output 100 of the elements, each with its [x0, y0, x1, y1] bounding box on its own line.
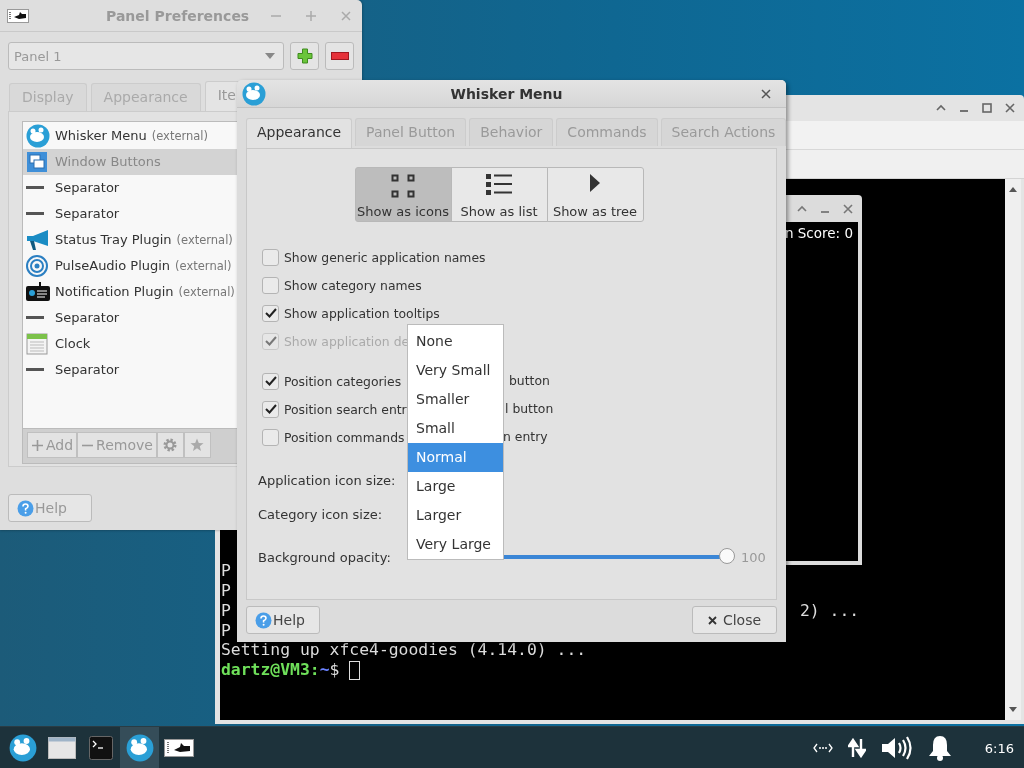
setting-label: Background opacity:: [258, 549, 392, 565]
plugin-name: PulseAudio Plugin: [55, 258, 171, 273]
plugin-name: Whisker Menu: [55, 128, 147, 143]
settings-button[interactable]: [156, 432, 184, 458]
plugin-name: Separator: [55, 362, 120, 377]
view-mode-button[interactable]: Show as icons: [354, 167, 452, 222]
close-icon[interactable]: [842, 202, 854, 215]
checkbox-label: Position commands: [284, 429, 405, 445]
volume-icon[interactable]: [880, 735, 913, 761]
terminal-line: P: [221, 561, 231, 581]
plus-icon: [296, 48, 313, 64]
logo-icon: [8, 734, 37, 762]
scrollbar[interactable]: [1005, 179, 1021, 720]
menu-option[interactable]: Large: [408, 472, 503, 501]
plugin-name: Separator: [55, 180, 120, 195]
help-icon: [255, 611, 272, 629]
scroll-up-icon[interactable]: [1008, 185, 1018, 193]
separator-icon: [26, 212, 44, 216]
menu-option[interactable]: Very Large: [408, 530, 503, 559]
plugin-name: Status Tray Plugin: [55, 232, 172, 247]
checkbox-label: l button: [505, 400, 554, 418]
score-text: n Score: 0: [784, 225, 853, 241]
dropdown-arrow-icon: [265, 53, 275, 59]
checkbox-label: Position categories: [284, 373, 402, 389]
checkbox-label: Show generic application names: [284, 249, 486, 265]
terminal-line: P: [221, 600, 231, 621]
help-button[interactable]: Help: [246, 606, 320, 634]
plugin-name: Separator: [55, 206, 120, 221]
transfer-icon[interactable]: [847, 738, 866, 758]
plugin-note: (external): [176, 233, 233, 247]
list-icon: [486, 174, 512, 196]
checkbox[interactable]: [262, 372, 279, 390]
checkbox[interactable]: [262, 400, 279, 418]
close-icon[interactable]: [1004, 102, 1016, 114]
checkbox[interactable]: [262, 428, 279, 446]
scroll-down-icon[interactable]: [1008, 706, 1018, 714]
checkbox-label: Position search entr: [284, 401, 407, 417]
notification-bell-icon[interactable]: [927, 735, 952, 761]
menu-option[interactable]: Very Small: [408, 356, 503, 385]
separator-icon: [26, 316, 44, 320]
windows-icon: [26, 151, 48, 173]
plugin-name: Window Buttons: [55, 154, 161, 169]
checkbox-label: Show application tooltips: [284, 305, 440, 321]
slider-value: 100: [741, 549, 766, 565]
logo-icon: [242, 81, 266, 106]
terminal-line: Setting up xfce4-goodies (4.14.0) ...: [221, 640, 587, 661]
logo-icon: [125, 734, 154, 762]
close-icon: [707, 615, 717, 625]
whisker-task-button[interactable]: [120, 727, 159, 768]
view-mode-button[interactable]: Show as list: [450, 167, 548, 222]
window-title: Panel Preferences: [106, 7, 250, 24]
prompt-path: ~: [319, 660, 330, 680]
window-title: Whisker Menu: [449, 85, 564, 102]
minus-icon: [330, 52, 349, 60]
checkbox-label: Show category names: [284, 277, 422, 293]
plugin-name: Clock: [55, 336, 91, 351]
logo-icon: [26, 124, 50, 148]
clock[interactable]: 6:16: [984, 740, 1014, 756]
close-icon[interactable]: [761, 88, 771, 99]
megaphone-icon: [26, 229, 50, 251]
terminal-line: P: [221, 620, 231, 641]
plugin-note: (external): [175, 259, 232, 273]
close-button[interactable]: Close: [692, 606, 777, 634]
notification-icon: [26, 282, 50, 302]
checkbox[interactable]: [262, 304, 279, 322]
plugin-name: Notification Plugin: [55, 284, 174, 299]
expander-icon: [590, 174, 600, 192]
maximize-icon[interactable]: [981, 102, 993, 114]
checkbox-label: button: [509, 372, 550, 390]
settings-icon: [162, 437, 179, 453]
plugin-note: (external): [178, 285, 235, 299]
calendar-icon: [26, 333, 48, 355]
panel-icon: [7, 8, 29, 23]
menu-option[interactable]: Smaller: [408, 385, 503, 414]
menu-option[interactable]: Small: [408, 414, 503, 443]
plugin-name: Separator: [55, 310, 120, 325]
menu-option[interactable]: Larger: [408, 501, 503, 530]
setting-label: Application icon size:: [258, 472, 397, 488]
setting-label: Category icon size:: [258, 506, 384, 522]
remove-panel-button[interactable]: [325, 42, 354, 70]
prompt-separator: :: [309, 660, 320, 680]
terminal-line: 2) ...: [800, 600, 860, 621]
grid-icon: [391, 174, 415, 198]
checkbox[interactable]: [262, 276, 279, 294]
prompt-user: dartz@VM3: [221, 660, 310, 680]
checkbox-label: n entry: [503, 428, 548, 446]
star-icon: [190, 438, 205, 452]
network-icon[interactable]: [812, 743, 833, 753]
help-icon: [17, 499, 34, 517]
view-mode-button[interactable]: Show as tree: [546, 167, 644, 222]
prompt-symbol: $: [329, 660, 340, 680]
plus-icon: [32, 439, 43, 451]
text-cursor: [349, 660, 361, 680]
separator-icon: [26, 368, 44, 372]
checkbox[interactable]: [262, 248, 279, 266]
add-panel-button[interactable]: [290, 42, 319, 70]
separator-icon: [26, 186, 44, 190]
menu-option[interactable]: None: [408, 327, 503, 356]
tab[interactable]: Appearance: [246, 118, 353, 148]
terminal-line: P: [221, 581, 231, 601]
